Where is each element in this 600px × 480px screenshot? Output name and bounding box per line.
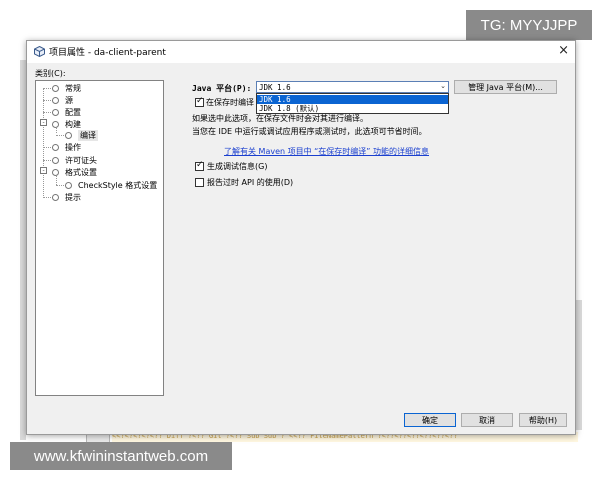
java-platform-option[interactable]: JDK 1.6 — [257, 95, 448, 104]
tree-node-icon — [52, 97, 59, 104]
close-icon[interactable]: × — [558, 43, 569, 58]
tree-item-sources[interactable]: 源 — [65, 95, 73, 106]
collapse-icon[interactable]: - — [40, 167, 47, 174]
tree-item-hints[interactable]: 提示 — [65, 192, 81, 203]
tree-node-icon — [52, 169, 59, 176]
manage-java-platforms-button[interactable]: 管理 Java 平台(M)... — [454, 80, 557, 94]
generate-debug-info-label[interactable]: 生成调试信息(G) — [207, 161, 267, 172]
tree-line — [43, 88, 44, 198]
cancel-button[interactable]: 取消 — [461, 413, 513, 427]
java-platform-label: Java 平台(P): — [192, 84, 252, 93]
collapse-icon[interactable]: - — [40, 119, 47, 126]
categories-tree[interactable]: 常规 源 配置 - 构建 编译 操作 许可证头 - 格式设置 CheckStyl… — [35, 80, 164, 396]
tree-item-actions[interactable]: 操作 — [65, 142, 81, 153]
generate-debug-info-checkbox[interactable] — [195, 160, 204, 171]
tree-item-license-headers[interactable]: 许可证头 — [65, 155, 97, 166]
help-button[interactable]: 帮助(H) — [519, 413, 567, 427]
tree-item-checkstyle-formatting[interactable]: CheckStyle 格式设置 — [78, 180, 157, 191]
tree-item-configurations[interactable]: 配置 — [65, 107, 81, 118]
tree-node-icon — [52, 144, 59, 151]
report-deprecated-api-label[interactable]: 报告过时 API 的使用(D) — [207, 177, 293, 188]
tree-item-general[interactable]: 常规 — [65, 83, 81, 94]
java-platform-select[interactable]: JDK 1.6 ⌄ — [256, 81, 449, 93]
tree-node-icon — [52, 157, 59, 164]
project-properties-dialog: 项目属性 - da-client-parent × 类别(C): 常规 源 配置… — [26, 40, 576, 435]
java-platform-value: JDK 1.6 — [259, 83, 291, 92]
java-platform-dropdown: JDK 1.6 JDK 1.8 (默认) — [256, 93, 449, 114]
ok-button[interactable]: 确定 — [404, 413, 456, 427]
tree-node-icon — [52, 85, 59, 92]
dialog-title: 项目属性 - da-client-parent — [49, 48, 166, 58]
maven-compile-on-save-link[interactable]: 了解有关 Maven 项目中 “在保存时编译” 功能的详细信息 — [224, 146, 429, 157]
watermark-top: TG: MYYJJPP — [466, 10, 592, 40]
report-deprecated-api-checkbox[interactable] — [195, 178, 204, 187]
compile-on-save-info-2: 当您在 IDE 中运行或调试应用程序或测试时，此选项可节省时间。 — [192, 127, 427, 136]
compile-on-save-label[interactable]: 在保存时编译 — [206, 97, 254, 108]
compile-on-save-checkbox[interactable] — [195, 96, 204, 107]
title-bar: 项目属性 - da-client-parent × — [27, 41, 575, 63]
categories-label: 类别(C): — [35, 69, 66, 78]
tree-node-icon — [65, 182, 72, 189]
tree-node-icon — [65, 132, 72, 139]
tree-item-formatting[interactable]: 格式设置 — [65, 167, 97, 178]
chevron-down-icon[interactable]: ⌄ — [440, 82, 446, 90]
watermark-bottom: www.kfwininstantweb.com — [10, 442, 232, 470]
tree-item-build[interactable]: 构建 — [65, 119, 81, 130]
project-icon — [34, 46, 45, 57]
compile-on-save-info-1: 如果选中此选项，在保存文件时会对其进行编译。 — [192, 114, 368, 123]
tree-node-icon — [52, 194, 59, 201]
tree-item-compile[interactable]: 编译 — [78, 130, 98, 141]
tree-node-icon — [52, 121, 59, 128]
java-platform-option[interactable]: JDK 1.8 (默认) — [257, 104, 448, 113]
tree-node-icon — [52, 109, 59, 116]
